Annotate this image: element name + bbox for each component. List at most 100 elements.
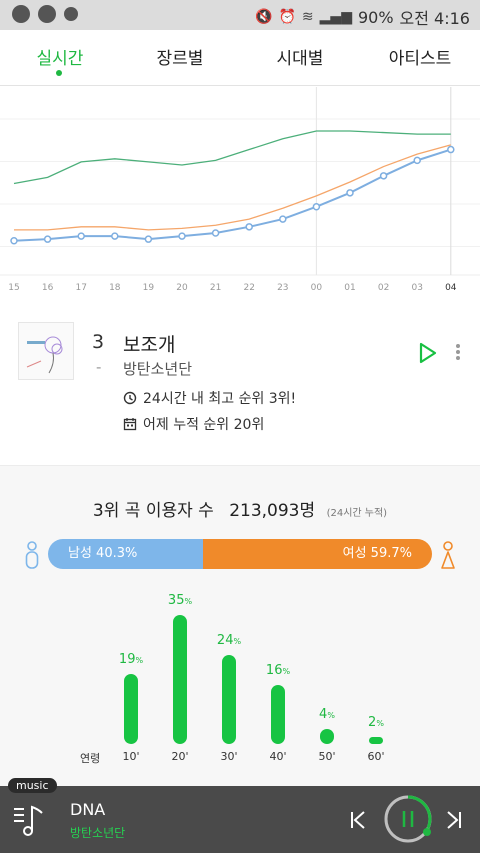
album-cover[interactable] xyxy=(18,322,74,380)
song-rank: 3 xyxy=(92,331,105,353)
tab-era[interactable]: 시대별 xyxy=(276,44,324,69)
age-bar xyxy=(124,673,138,744)
age-bar xyxy=(320,729,334,744)
rank-change: - xyxy=(96,358,102,376)
chart-point xyxy=(144,235,153,243)
peak-rank-text: 24시간 내 최고 순위 3위! xyxy=(143,391,297,407)
next-icon xyxy=(447,811,461,829)
alarm-icon: ⏰ xyxy=(278,9,296,25)
chart-point xyxy=(447,145,455,154)
more-options-button[interactable] xyxy=(452,342,464,366)
peak-rank-row: 24시간 내 최고 순위 3위! xyxy=(123,388,296,408)
age-distribution-chart: 연령 19% 10' 35% 20' 24% 30' 16% 40' 4% 50' 2% 60' xyxy=(0,590,480,770)
song-title[interactable]: 보조개 xyxy=(123,330,175,357)
playlist-icon xyxy=(14,805,43,836)
chart-x-tick: 16 xyxy=(42,283,54,293)
clock-text: 오전 4:16 xyxy=(399,9,470,28)
now-playing-title[interactable]: DNA xyxy=(70,800,105,819)
pause-button[interactable] xyxy=(383,794,433,844)
chart-x-tick: 04 xyxy=(445,283,457,293)
age-bar xyxy=(369,736,383,744)
listener-count-label: 3위 곡 이용자 수 xyxy=(92,501,214,521)
chart-x-tick: 02 xyxy=(378,283,389,293)
chart-point xyxy=(346,189,354,197)
clock-icon xyxy=(123,391,137,405)
chart-x-tick: 23 xyxy=(277,283,288,293)
age-group-label: 10' xyxy=(122,750,140,763)
more-dot-icon xyxy=(456,344,460,348)
notification-icon xyxy=(12,5,30,23)
age-bar-value: 4% xyxy=(319,707,335,723)
chart-point xyxy=(10,236,18,245)
chart-x-tick: 18 xyxy=(109,283,121,293)
tab-genre[interactable]: 장르별 xyxy=(156,44,204,69)
chart-x-tick: 19 xyxy=(143,283,155,293)
age-group-label: 40' xyxy=(269,750,287,763)
chart-point xyxy=(413,156,421,165)
active-tab-indicator xyxy=(56,70,62,76)
age-bar-value: 24% xyxy=(216,633,242,649)
chart-x-tick: 15 xyxy=(8,283,19,293)
age-axis-label: 연령 xyxy=(80,752,101,765)
age-group-label: 60' xyxy=(367,750,385,763)
chart-x-tick: 22 xyxy=(243,283,254,293)
age-bar-value: 16% xyxy=(265,662,291,678)
song-artist[interactable]: 방탄소년단 xyxy=(123,358,192,379)
listener-count-note: (24시간 누적) xyxy=(326,508,388,519)
chart-tabs: 실시간 장르별 시대별 아티스트 xyxy=(0,30,480,86)
female-icon xyxy=(441,541,455,569)
male-ratio: 남성 40.3% xyxy=(48,539,203,569)
gender-ratio-bar: 남성 40.3% 여성 59.7% xyxy=(48,539,432,569)
calendar-icon xyxy=(123,418,137,431)
tab-artist[interactable]: 아티스트 xyxy=(388,44,452,69)
chart-x-tick: 00 xyxy=(311,283,323,293)
battery-text: 90% xyxy=(357,7,394,27)
listener-count: 3위 곡 이용자 수 213,093명 (24시간 누적) xyxy=(0,496,480,521)
listener-count-value: 213,093명 xyxy=(229,501,316,521)
age-bar xyxy=(173,614,187,744)
cloud-icon xyxy=(38,5,56,23)
chart-point xyxy=(43,235,52,243)
chart-point xyxy=(211,229,220,237)
cumulative-rank-text: 어제 누적 순위 20위 xyxy=(143,417,265,433)
chart-x-tick: 17 xyxy=(75,283,86,293)
cumulative-rank-row: 어제 누적 순위 20위 xyxy=(123,414,264,434)
chart-point xyxy=(245,223,253,231)
tab-realtime[interactable]: 실시간 xyxy=(36,44,84,69)
next-button[interactable] xyxy=(445,810,463,830)
male-icon xyxy=(25,541,39,569)
previous-button[interactable] xyxy=(349,810,367,830)
chart-point xyxy=(279,215,287,223)
age-group-label: 20' xyxy=(171,750,189,763)
pause-icon xyxy=(384,795,432,843)
wifi-icon: ≋ xyxy=(301,9,314,25)
age-bar xyxy=(222,655,236,744)
now-playing-artist: 방탄소년단 xyxy=(70,826,126,840)
playlist-button[interactable] xyxy=(12,801,48,837)
more-dot-icon xyxy=(456,356,460,360)
song-info: 3 - 보조개 방탄소년단 24시간 내 최고 순위 3위! 어제 누적 순위 … xyxy=(0,300,480,465)
realtime-rank-chart: 15 16 17 18 19 20 21 22 23 00 01 02 03 04 xyxy=(0,87,480,297)
status-bar: 🔇 ⏰ ≋ ▂▄▆ 90% 오전 4:16 xyxy=(0,0,480,30)
mini-player: DNA 방탄소년단 xyxy=(0,786,480,853)
age-bar-value: 2% xyxy=(368,714,384,730)
chart-point xyxy=(178,232,186,240)
chart-point xyxy=(77,232,85,240)
music-tag: music xyxy=(8,778,57,793)
age-group-label: 30' xyxy=(220,750,238,763)
chart-svg: 15 16 17 18 19 20 21 22 23 00 01 02 03 04 xyxy=(0,87,480,293)
chart-point xyxy=(312,202,321,211)
chart-point xyxy=(111,232,119,240)
previous-icon xyxy=(351,811,365,829)
play-icon xyxy=(419,342,437,364)
chart-x-tick: 20 xyxy=(176,283,188,293)
female-ratio: 여성 59.7% xyxy=(202,539,432,569)
signal-icon: ▂▄▆ xyxy=(319,9,352,25)
age-bar xyxy=(271,684,285,744)
chart-point xyxy=(379,172,388,180)
chart-x-tick: 03 xyxy=(411,283,422,293)
mute-icon: 🔇 xyxy=(255,9,273,25)
age-bar-value: 19% xyxy=(118,651,144,667)
chart-x-tick: 21 xyxy=(210,283,221,293)
play-button[interactable] xyxy=(418,342,438,364)
